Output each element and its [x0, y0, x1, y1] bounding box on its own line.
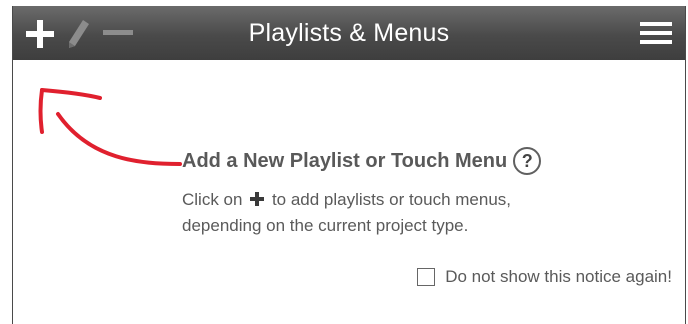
help-button[interactable]: ? — [513, 147, 542, 175]
notice-description-line-2: depending on the current project type. — [182, 216, 469, 235]
notice-description: Click on to add playlists or touch menus… — [182, 188, 511, 238]
pencil-icon — [65, 14, 93, 52]
notice-heading: Add a New Playlist or Touch Menu — [182, 149, 508, 172]
annotation-arrow-icon — [38, 88, 182, 166]
desc-before-text: Click on — [182, 190, 243, 209]
dont-show-again-label: Do not show this notice again! — [445, 267, 672, 286]
notice-heading-row: Add a New Playlist or Touch Menu ? — [182, 145, 542, 177]
menu-button[interactable] — [637, 14, 675, 52]
minus-icon — [99, 14, 137, 52]
dont-show-again-checkbox[interactable] — [417, 268, 436, 286]
add-button[interactable] — [23, 14, 57, 52]
edit-button[interactable] — [65, 14, 93, 52]
remove-button[interactable] — [99, 14, 137, 52]
panel-header: Playlists & Menus — [13, 6, 685, 60]
hamburger-menu-icon — [637, 14, 675, 52]
desc-after-text: to add playlists or touch menus, — [271, 190, 512, 209]
dont-show-again-option[interactable]: Do not show this notice again! — [417, 267, 672, 287]
plus-icon-inline — [249, 190, 265, 214]
help-symbol: ? — [521, 150, 533, 171]
plus-icon — [23, 14, 57, 52]
notice-description-line-1: Click on to add playlists or touch menus… — [182, 188, 511, 214]
